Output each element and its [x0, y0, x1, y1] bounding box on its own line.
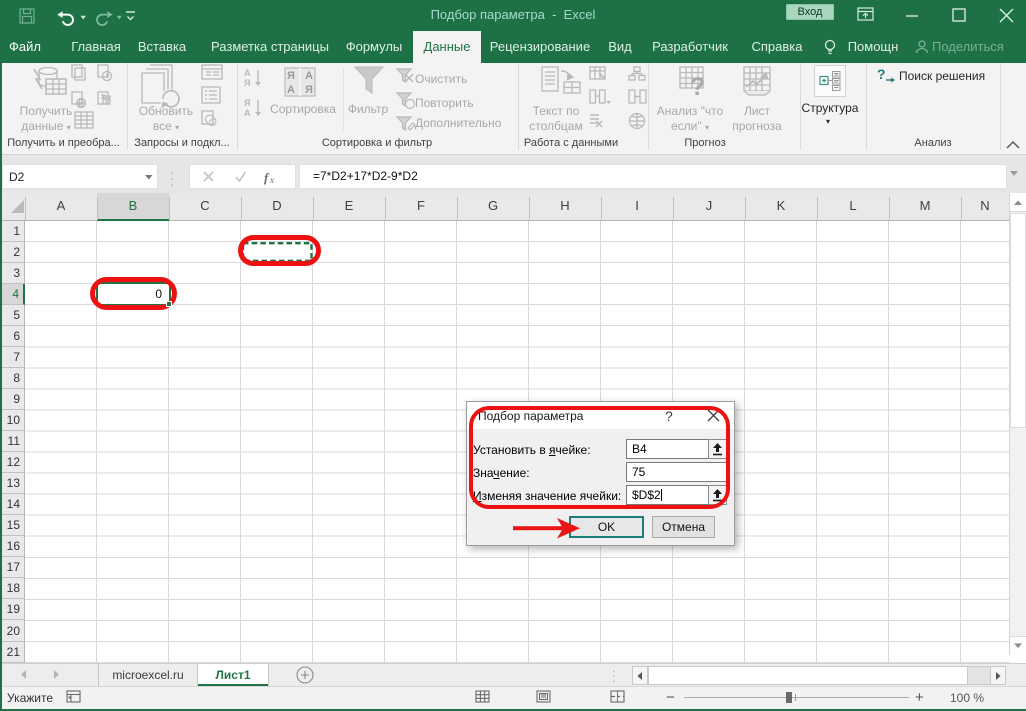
svg-text:?: ? [877, 66, 886, 82]
svg-text:А: А [287, 84, 295, 96]
svg-text:x: x [269, 175, 274, 185]
svg-text:А: А [244, 68, 251, 78]
svg-text:Я: Я [287, 70, 295, 82]
svg-text:?: ? [690, 73, 705, 99]
svg-text:Я: Я [244, 78, 250, 88]
svg-text:А: А [305, 70, 313, 82]
svg-text:Я: Я [305, 84, 313, 96]
